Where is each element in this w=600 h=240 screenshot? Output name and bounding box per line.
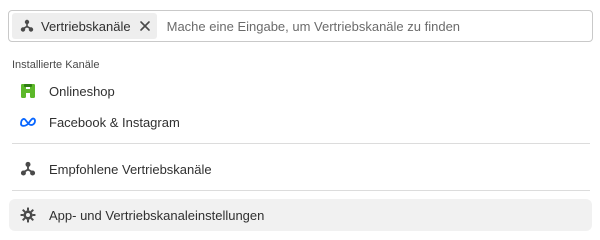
channel-item-label: Facebook & Instagram	[49, 114, 180, 130]
channel-item-onlineshop[interactable]: Onlineshop	[12, 76, 590, 106]
channel-item-label: Onlineshop	[49, 83, 115, 99]
filter-chip[interactable]: Vertriebskanäle	[12, 13, 157, 39]
channel-item-facebook-instagram[interactable]: Facebook & Instagram	[12, 107, 590, 137]
settings-label: App- und Vertriebskanaleinstellungen	[49, 207, 265, 223]
sales-channels-icon	[20, 19, 34, 33]
sales-channels-icon	[19, 160, 37, 178]
filter-chip-label: Vertriebskanäle	[41, 18, 131, 34]
app-channel-settings-item[interactable]: App- und Vertriebskanaleinstellungen	[9, 199, 592, 231]
divider	[12, 143, 590, 144]
recommended-channels-item[interactable]: Empfohlene Vertriebskanäle	[12, 154, 590, 184]
search-input[interactable]	[166, 12, 592, 40]
installed-channels-heading: Installierte Kanäle	[12, 59, 100, 71]
divider	[12, 190, 590, 191]
meta-icon	[19, 113, 37, 131]
search-bar[interactable]: Vertriebskanäle	[8, 10, 593, 42]
recommended-channels-label: Empfohlene Vertriebskanäle	[49, 161, 212, 177]
gear-icon	[19, 206, 37, 224]
close-icon[interactable]	[139, 20, 151, 32]
onlineshop-icon	[19, 82, 37, 100]
